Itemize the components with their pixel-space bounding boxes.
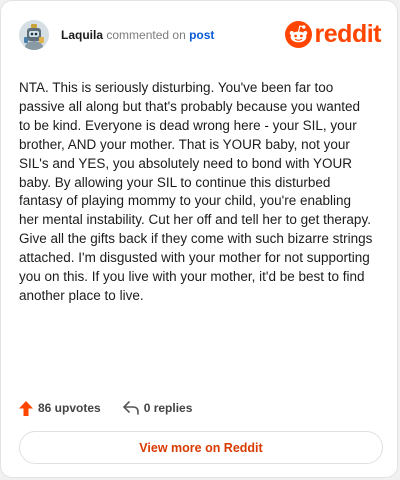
username[interactable]: Laquila [61,28,103,42]
reply-count: 0 replies [143,401,193,415]
upvote-button[interactable]: 86 upvotes [19,400,101,416]
comment-meta: Laquila commented on post [61,28,214,42]
view-more-button[interactable]: View more on Reddit [19,431,383,464]
reddit-logo[interactable]: reddit [284,20,382,48]
upvote-arrow-icon [19,400,33,416]
comment-actions: 86 upvotes 0 replies [19,397,192,419]
comment-body: NTA. This is seriously disturbing. You'v… [19,80,373,303]
reply-button[interactable]: 0 replies [122,401,193,415]
reply-arrow-icon [122,401,139,415]
avatar[interactable] [19,20,49,50]
upvote-count: 86 upvotes [38,401,101,415]
reddit-wordmark: reddit [314,20,382,48]
user-avatar-icon [19,20,49,50]
reddit-snoo-icon [284,21,312,48]
post-link[interactable]: post [189,28,214,42]
comment-header: Laquila commented on post reddit [19,15,382,55]
commented-on-text: commented on [106,28,186,42]
comment-card: Laquila commented on post reddit NTA. Th… [0,0,398,478]
